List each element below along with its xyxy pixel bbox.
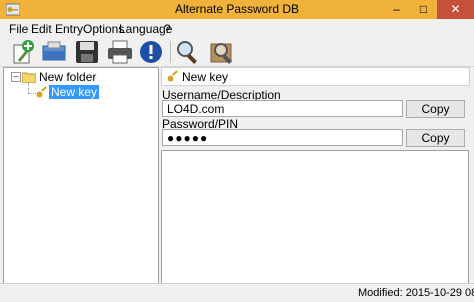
- close-button[interactable]: ✕: [437, 0, 474, 19]
- folder-icon: [22, 72, 36, 83]
- copy-username-button[interactable]: Copy: [406, 100, 465, 118]
- tree-connector: [28, 93, 36, 94]
- tree-item-folder[interactable]: New folder: [22, 70, 112, 84]
- menu-bar: File Edit Entry Options Language ?: [0, 19, 474, 38]
- search-folder-icon: [210, 43, 232, 64]
- save-icon: [76, 41, 98, 63]
- menu-edit[interactable]: Edit: [31, 22, 52, 36]
- new-entry-button[interactable]: [9, 38, 37, 66]
- menu-help[interactable]: ?: [164, 22, 171, 36]
- minimize-button[interactable]: –: [383, 0, 410, 19]
- status-bar: Modified: 2015-10-29 08:13: [0, 283, 474, 302]
- tree-connector: [28, 83, 29, 93]
- open-icon: [42, 41, 66, 61]
- info-icon: [140, 41, 162, 63]
- tree-key-label: New key: [49, 85, 100, 99]
- entry-details: New key Username/Description LO4D.com Co…: [161, 67, 470, 284]
- search-icon: [177, 41, 197, 64]
- toolbar-separator: [170, 41, 171, 63]
- menu-entry[interactable]: Entry: [55, 22, 83, 36]
- folder-tree[interactable]: – New folder New key: [3, 67, 159, 284]
- save-button[interactable]: [73, 38, 101, 66]
- folder-expander[interactable]: –: [11, 72, 21, 82]
- search-button[interactable]: [174, 38, 202, 66]
- username-field[interactable]: LO4D.com: [162, 100, 403, 117]
- tree-folder-label: New folder: [39, 70, 97, 84]
- info-button[interactable]: [137, 38, 165, 66]
- print-icon: [108, 40, 132, 64]
- print-button[interactable]: [106, 38, 134, 66]
- entry-header-label: New key: [182, 70, 229, 84]
- key-icon: [36, 86, 47, 98]
- tree-item-key[interactable]: New key: [36, 85, 116, 99]
- menu-file[interactable]: File: [9, 22, 28, 36]
- maximize-button[interactable]: □: [410, 0, 437, 19]
- toolbar: [0, 38, 474, 67]
- title-bar[interactable]: Alternate Password DB – □ ✕: [0, 0, 474, 19]
- entry-header: New key: [161, 67, 470, 86]
- search-folder-button[interactable]: [208, 38, 236, 66]
- pin-field[interactable]: ●●●●●: [162, 129, 403, 146]
- key-icon: [167, 70, 178, 82]
- status-modified: Modified: 2015-10-29 08:13: [358, 287, 474, 299]
- open-button[interactable]: [40, 38, 68, 66]
- notes-area[interactable]: [161, 150, 469, 284]
- copy-pin-button[interactable]: Copy: [406, 129, 465, 147]
- new-entry-icon: [13, 40, 34, 64]
